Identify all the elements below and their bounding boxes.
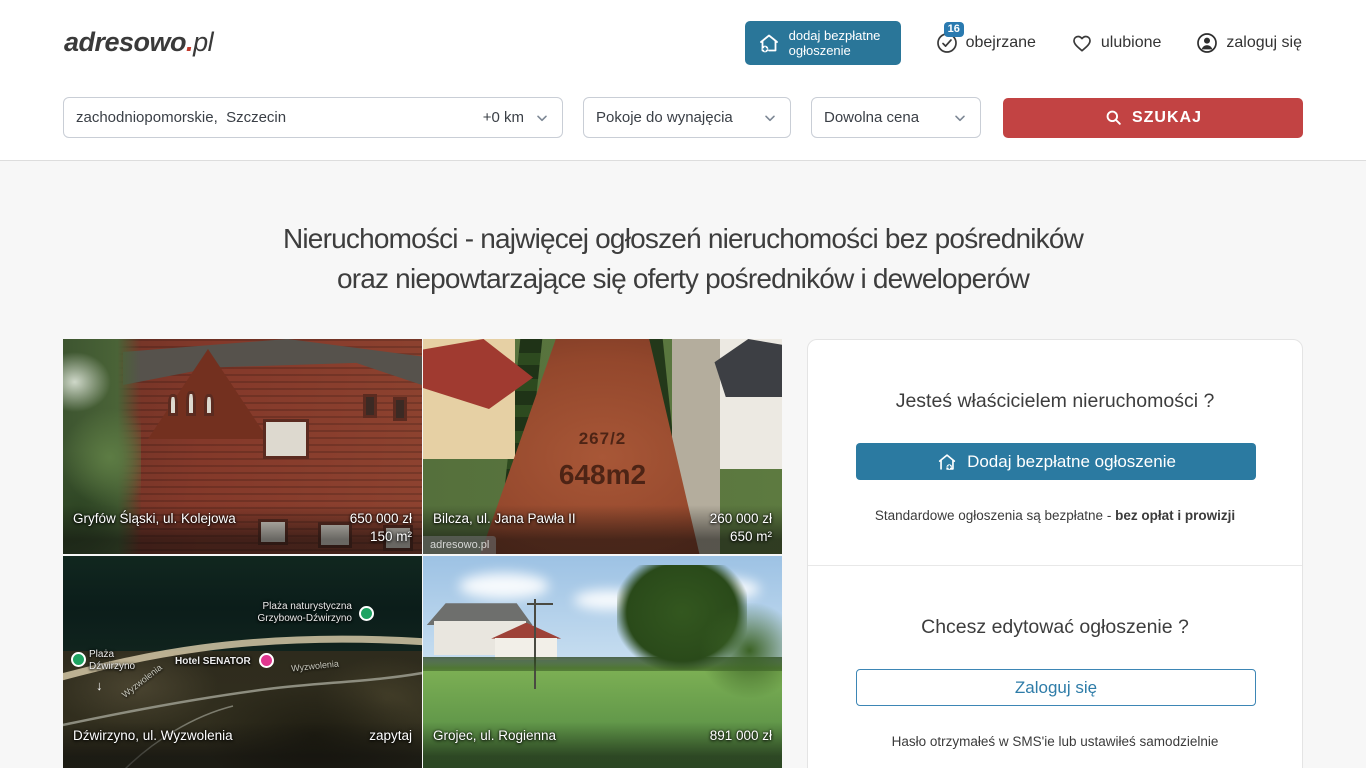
radius-value: +0 km — [483, 109, 524, 126]
check-circle-icon: 16 — [935, 31, 959, 55]
main-area: Nieruchomości - najwięcej ogłoszeń nieru… — [0, 160, 1366, 768]
listing-location: Grojec, ul. Rogienna — [433, 728, 710, 743]
sidebar-add-listing-label: Dodaj bezpłatne ogłoszenie — [967, 452, 1176, 472]
listing-tile[interactable]: Plaża naturystyczna Grzybowo-Dźwirzyno P… — [63, 556, 422, 768]
house-plus-icon — [757, 31, 781, 55]
search-button-label: SZUKAJ — [1132, 109, 1202, 127]
viewed-link[interactable]: 16 obejrzane — [935, 31, 1036, 55]
search-button[interactable]: SZUKAJ — [1003, 98, 1303, 138]
map-label-beach-nat: Plaża naturystyczna Grzybowo-Dźwirzyno — [258, 601, 352, 625]
listing-tile[interactable]: Grojec, ul. Rogienna 891 000 zł — [423, 556, 782, 768]
map-pin-green-icon — [71, 652, 86, 667]
listing-tile[interactable]: Gryfów Śląski, ul. Kolejowa 650 000 zł 1… — [63, 339, 422, 554]
price-value: Dowolna cena — [824, 109, 919, 126]
chevron-down-icon — [534, 110, 550, 126]
listing-area — [369, 746, 412, 763]
viewed-label: obejrzane — [966, 34, 1036, 52]
login-label: zaloguj się — [1226, 34, 1302, 52]
listing-location: Gryfów Śląski, ul. Kolejowa — [73, 511, 350, 526]
owner-section-title: Jesteś właścicielem nieruchomości ? — [856, 390, 1254, 413]
add-listing-label: dodaj bezpłatne ogłoszenie — [789, 28, 889, 58]
listing-price: zapytaj — [369, 728, 412, 743]
plot-area-label: 648m2 — [423, 459, 782, 491]
search-icon — [1104, 108, 1123, 127]
add-listing-button[interactable]: dodaj bezpłatne ogłoszenie — [745, 21, 901, 65]
sidebar-login-button[interactable]: Zaloguj się — [856, 669, 1256, 706]
edit-note: Hasło otrzymałeś w SMS'ie lub ustawiłeś … — [856, 734, 1254, 749]
house-plus-icon — [936, 451, 958, 473]
favorites-link[interactable]: ulubione — [1070, 31, 1162, 55]
listing-area: 650 m² — [710, 529, 772, 546]
sidebar-add-listing-button[interactable]: Dodaj bezpłatne ogłoszenie — [856, 443, 1256, 480]
site-logo[interactable]: adresowo.pl — [64, 27, 213, 58]
page-title: Nieruchomości - najwięcej ogłoszeń nieru… — [0, 219, 1366, 299]
photo-watermark: adresowo.pl — [423, 536, 496, 554]
listing-caption: Grojec, ul. Rogienna 891 000 zł — [423, 722, 782, 768]
user-circle-icon — [1195, 31, 1219, 55]
map-label-hotel: Hotel SENATOR — [175, 656, 251, 668]
listing-caption: Gryfów Śląski, ul. Kolejowa 650 000 zł 1… — [63, 505, 422, 554]
hero: Nieruchomości - najwięcej ogłoszeń nieru… — [0, 161, 1366, 339]
location-input[interactable] — [76, 109, 483, 126]
site-header: adresowo.pl dodaj bezpłatne ogłoszenie 1… — [0, 0, 1366, 85]
heart-icon — [1070, 31, 1094, 55]
listing-location: Dźwirzyno, ul. Wyzwolenia — [73, 728, 369, 743]
listing-tile[interactable]: 267/2 648m2 Bilcza, ul. Jana Pawła II 26… — [423, 339, 782, 554]
radius-select[interactable]: +0 km — [483, 109, 550, 126]
viewed-count-badge: 16 — [944, 22, 964, 37]
logo-dot: . — [186, 27, 193, 57]
favorites-label: ulubione — [1101, 34, 1162, 52]
price-select[interactable]: Dowolna cena — [811, 97, 981, 138]
logo-text: adresowo — [64, 27, 186, 57]
listing-area — [710, 746, 772, 763]
listing-price: 260 000 zł — [710, 511, 772, 526]
edit-section: Chcesz edytować ogłoszenie ? Zaloguj się… — [808, 565, 1302, 768]
sidebar-login-label: Zaloguj się — [1015, 678, 1097, 698]
owner-note: Standardowe ogłoszenia są bezpłatne - be… — [856, 508, 1254, 523]
chevron-down-icon — [762, 110, 778, 126]
listings-grid: Gryfów Śląski, ul. Kolejowa 650 000 zł 1… — [63, 339, 782, 768]
category-value: Pokoje do wynajęcia — [596, 109, 733, 126]
listing-caption: Dźwirzyno, ul. Wyzwolenia zapytaj — [63, 722, 422, 768]
map-pin-green-icon — [359, 606, 374, 621]
map-arrow-icon: ↓ — [96, 678, 103, 693]
logo-tld: pl — [193, 27, 213, 57]
owner-section: Jesteś właścicielem nieruchomości ? Doda… — [808, 340, 1302, 565]
map-label-beach: Plaża Dźwirzyno — [89, 649, 135, 673]
listing-area: 150 m² — [350, 529, 412, 546]
chevron-down-icon — [952, 110, 968, 126]
plot-number-label: 267/2 — [423, 429, 782, 449]
listing-location: Bilcza, ul. Jana Pawła II — [433, 511, 710, 526]
location-field[interactable]: +0 km — [63, 97, 563, 138]
edit-section-title: Chcesz edytować ogłoszenie ? — [856, 616, 1254, 639]
listing-price: 891 000 zł — [710, 728, 772, 743]
header-nav: dodaj bezpłatne ogłoszenie 16 obejrzane … — [745, 21, 1302, 65]
map-pin-pink-icon — [259, 653, 274, 668]
login-link[interactable]: zaloguj się — [1195, 31, 1302, 55]
search-bar: +0 km Pokoje do wynajęcia Dowolna cena S… — [0, 85, 1366, 160]
sidebar-card: Jesteś właścicielem nieruchomości ? Doda… — [807, 339, 1303, 768]
category-select[interactable]: Pokoje do wynajęcia — [583, 97, 791, 138]
listing-price: 650 000 zł — [350, 511, 412, 526]
